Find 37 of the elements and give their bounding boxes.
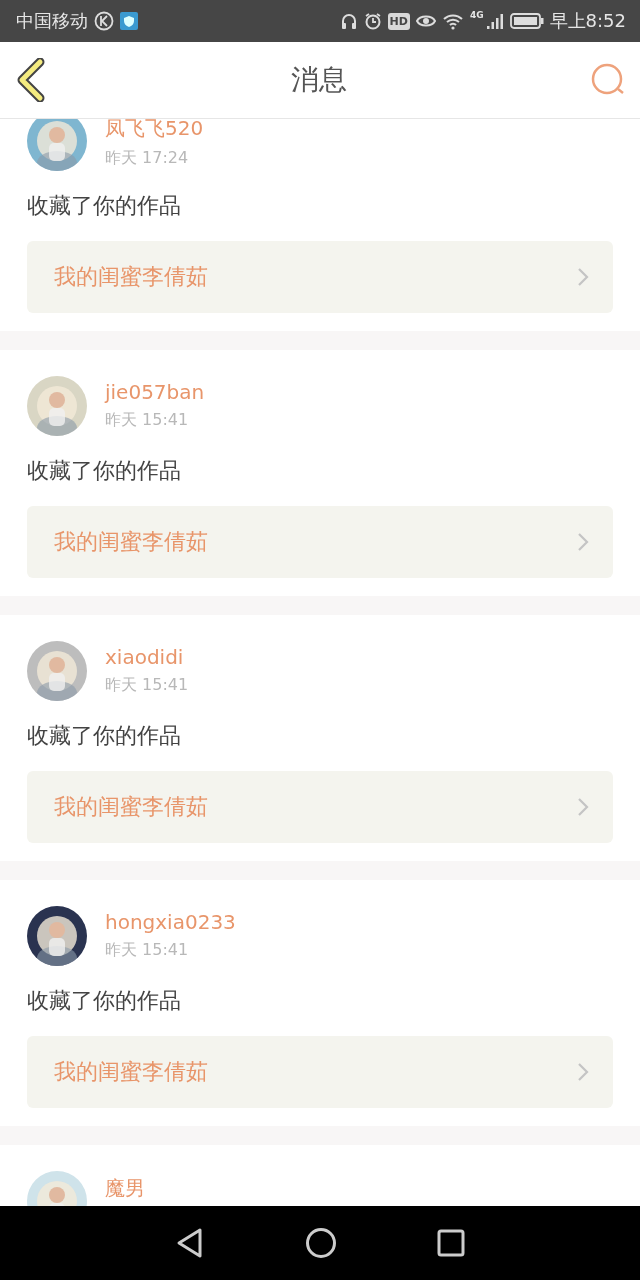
battery-icon xyxy=(509,12,544,30)
message-text: 收藏了你的作品 xyxy=(27,722,182,750)
message-time: 昨天 17:24 xyxy=(105,148,190,169)
message-time: 昨天 15:41 xyxy=(105,675,189,696)
recents-nav-button[interactable] xyxy=(437,1229,465,1257)
page-title: 消息 xyxy=(291,62,347,98)
chevron-right-icon xyxy=(577,1062,589,1082)
message-text: 收藏了你的作品 xyxy=(27,457,182,485)
k-circle-icon xyxy=(94,11,114,31)
chevron-right-icon xyxy=(577,267,589,287)
carrier-name: 中国移动 xyxy=(16,9,88,33)
user-name[interactable]: 凤飞飞520 xyxy=(105,119,204,142)
user-name[interactable]: hongxia0233 xyxy=(105,910,236,934)
clock-time: 早上8:52 xyxy=(549,9,626,33)
user-name[interactable]: jie057ban xyxy=(105,380,205,404)
message-text: 收藏了你的作品 xyxy=(27,987,182,1015)
message-time: 昨天 15:41 xyxy=(105,940,190,961)
back-nav-button[interactable] xyxy=(175,1227,205,1259)
network-type: 4G xyxy=(469,10,484,20)
wifi-icon xyxy=(441,12,464,30)
signal-icon xyxy=(485,12,504,30)
message-time: 昨天 15:41 xyxy=(105,410,190,431)
user-name[interactable]: xiaodidi xyxy=(105,645,189,669)
home-nav-button[interactable] xyxy=(305,1227,337,1259)
headphones-icon xyxy=(339,12,358,30)
user-name[interactable]: 魔男 xyxy=(105,1175,145,1202)
chevron-right-icon xyxy=(577,532,589,552)
work-link[interactable]: 我的闺蜜李倩茹 xyxy=(27,241,613,313)
hd-badge: HD xyxy=(387,12,410,30)
work-link[interactable]: 我的闺蜜李倩茹 xyxy=(27,506,613,578)
alarm-clock-icon xyxy=(363,12,382,30)
chevron-right-icon xyxy=(577,797,589,817)
eye-icon xyxy=(415,13,436,29)
message-text: 收藏了你的作品 xyxy=(27,192,182,220)
shield-icon xyxy=(120,12,138,30)
work-link[interactable]: 我的闺蜜李倩茹 xyxy=(27,1036,613,1108)
work-link[interactable]: 我的闺蜜李倩茹 xyxy=(27,771,613,843)
